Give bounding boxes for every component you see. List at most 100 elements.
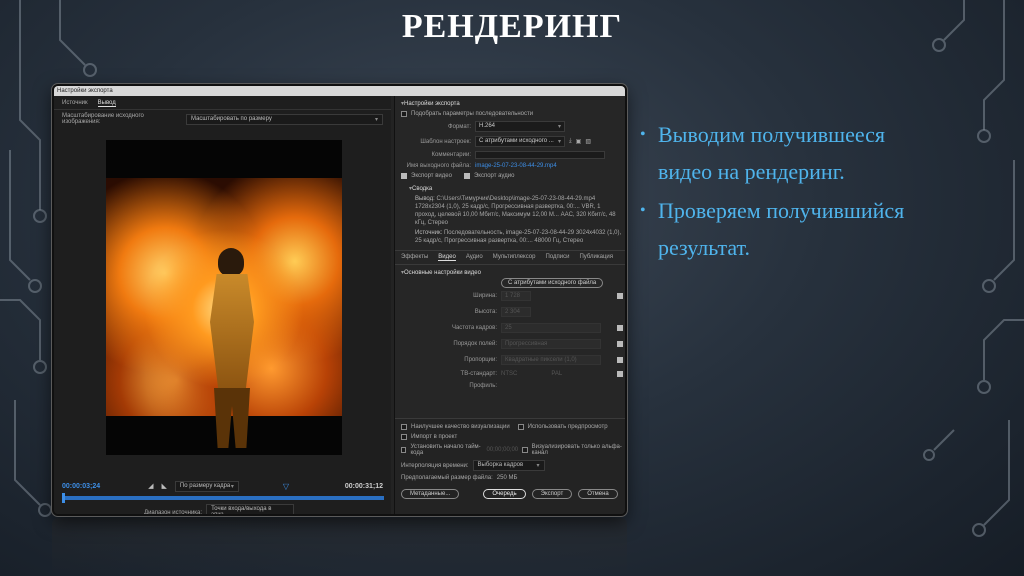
width-input[interactable]: 1 728 <box>501 291 531 301</box>
export-audio-label: Экспорт аудио <box>473 173 515 179</box>
tv-pal-radio[interactable]: PAL <box>551 371 562 377</box>
comments-input[interactable] <box>475 151 605 159</box>
interpolation-dropdown[interactable]: Выборка кадров <box>472 460 545 471</box>
interpolation-row: Интерполяция времени: Выборка кадров <box>395 458 625 473</box>
mark-out-icon[interactable]: ◣ <box>162 482 167 490</box>
tab-multiplexer[interactable]: Мультиплексор <box>493 254 536 261</box>
export-settings-heading[interactable]: Настройки экспорта <box>395 96 625 109</box>
source-range-label: Диапазон источника: <box>144 509 203 516</box>
comments-label: Комментарии: <box>431 152 471 158</box>
aspect-label: Пропорции: <box>464 357 497 363</box>
preset-label: Шаблон настроек: <box>420 138 471 145</box>
match-sequence-row: Подобрать параметры последовательности <box>395 109 625 119</box>
file-size-label: Предполагаемый размер файла: <box>401 475 493 481</box>
width-row: Ширина: 1 728 <box>395 288 625 304</box>
format-dropdown[interactable]: H.264 <box>475 121 565 132</box>
tab-video[interactable]: Видео <box>438 254 456 261</box>
preset-dropdown[interactable]: С атрибутами исходного ... <box>475 136 565 147</box>
field-order-checkbox[interactable] <box>617 341 623 347</box>
start-timecode-label: Установить начало тайм-кода <box>410 444 481 456</box>
bullet-dot-icon: • <box>640 126 646 143</box>
tab-captions[interactable]: Подписи <box>545 254 569 261</box>
tab-source[interactable]: Источник <box>62 100 88 107</box>
metadata-button[interactable]: Метаданные... <box>401 489 460 499</box>
mark-in-icon[interactable]: ◢ <box>148 482 153 490</box>
end-timecode: 00:00:31;12 <box>344 482 383 490</box>
format-label: Формат: <box>448 123 471 130</box>
export-video-checkbox[interactable] <box>401 173 407 179</box>
tab-output[interactable]: Вывод <box>97 100 116 107</box>
aspect-checkbox[interactable] <box>617 357 623 363</box>
export-settings-window: Настройки экспорта Источник Вывод Масшта… <box>52 84 627 516</box>
match-sequence-label: Подобрать параметры последовательности <box>411 111 534 117</box>
queue-button[interactable]: Очередь <box>483 489 526 499</box>
source-scaling-row: Масштабирование исходного изображения: М… <box>54 110 391 128</box>
save-preset-icon[interactable]: ⤓ <box>569 138 572 145</box>
field-order-row: Порядок полей: Прогрессивная <box>395 336 625 352</box>
max-quality-checkbox[interactable] <box>401 424 407 430</box>
tab-audio[interactable]: Аудио <box>466 254 483 261</box>
slide-title: РЕНДЕРИНГ <box>401 8 623 45</box>
frame-rate-label: Частота кадров: <box>451 325 497 331</box>
export-toggles-row: Экспорт видео Экспорт аудио <box>395 171 625 181</box>
preview-pane: Источник Вывод Масштабирование исходного… <box>54 96 391 516</box>
tv-ntsc-radio[interactable]: NTSC <box>501 371 517 377</box>
source-scaling-dropdown[interactable]: Масштабировать по размеру <box>186 113 383 125</box>
bullet-item: • Выводим получившееся видео на рендеринг… <box>640 116 940 190</box>
current-timecode[interactable]: 00:00:03;24 <box>62 483 100 490</box>
use-previews-checkbox[interactable] <box>517 424 524 430</box>
source-range-row: Диапазон источника: Точки входа/выхода в… <box>144 504 295 516</box>
alpha-only-checkbox[interactable] <box>522 447 528 453</box>
fit-dropdown[interactable]: По размеру кадра <box>174 480 239 492</box>
tv-standard-label: ТВ-стандарт: <box>460 371 497 377</box>
basic-video-heading[interactable]: Основные настройки видео <box>395 265 625 278</box>
frame-rate-checkbox[interactable] <box>617 325 623 331</box>
cancel-button[interactable]: Отмена <box>578 489 618 499</box>
filter-icon[interactable]: ▽ <box>283 482 289 491</box>
source-scaling-label: Масштабирование исходного изображения: <box>62 113 144 125</box>
tab-effects[interactable]: Эффекты <box>401 254 428 261</box>
bullet-text: Проверяем получившийся результат. <box>658 198 905 260</box>
match-sequence-checkbox[interactable] <box>401 111 407 117</box>
export-audio-checkbox[interactable] <box>463 173 470 179</box>
tv-standard-checkbox[interactable] <box>617 371 623 377</box>
field-order-dropdown[interactable]: Прогрессивная <box>501 339 601 349</box>
import-preset-icon[interactable]: ▣ <box>576 138 582 145</box>
frame-rate-dropdown[interactable]: 25 <box>501 323 601 333</box>
match-source-button[interactable]: С атрибутами исходного файла <box>501 278 604 288</box>
start-timecode-checkbox[interactable] <box>401 447 407 453</box>
width-checkbox[interactable] <box>617 293 623 299</box>
start-timecode-value[interactable]: 00;00;00;00 <box>486 447 518 453</box>
playhead[interactable] <box>62 493 65 503</box>
preview-tabs: Источник Вывод <box>54 96 391 110</box>
import-project-label: Импорт в проект <box>411 434 458 440</box>
slide-bullets: • Выводим получившееся видео на рендеринг… <box>640 116 940 268</box>
comments-row: Комментарии: <box>395 149 625 161</box>
output-name-link[interactable]: image-25-07-23-08-44-29.mp4 <box>475 163 557 169</box>
use-previews-label: Использовать предпросмотр <box>527 424 608 430</box>
profile-row: Профиль: <box>395 380 625 392</box>
bullet-item: • Проверяем получившийся результат. <box>640 192 940 266</box>
frame-rate-row: Частота кадров: 25 <box>395 320 625 336</box>
tv-standard-row: ТВ-стандарт: NTSC PAL <box>395 368 625 380</box>
screenshot-reflection <box>52 518 627 576</box>
settings-pane: Настройки экспорта Подобрать параметры п… <box>394 96 625 514</box>
export-video-label: Экспорт видео <box>411 173 452 179</box>
timecode-row: Установить начало тайм-кода 00;00;00;00 … <box>395 442 625 458</box>
preview-frame-image <box>106 178 342 448</box>
height-input[interactable]: 2 304 <box>501 307 531 317</box>
import-project-checkbox[interactable] <box>401 434 407 440</box>
aspect-dropdown[interactable]: Квадратные пиксели (1,0) <box>501 355 601 365</box>
delete-preset-icon[interactable]: ▧ <box>585 138 591 145</box>
output-name-label: Имя выходного файла: <box>406 163 471 169</box>
output-name-row: Имя выходного файла: image-25-07-23-08-4… <box>395 161 625 171</box>
max-quality-label: Наилучшее качество визуализации <box>411 424 510 430</box>
export-button[interactable]: Экспорт <box>531 489 573 499</box>
source-range-dropdown[interactable]: Точки входа/выхода в эпиз... <box>206 504 295 514</box>
video-preview <box>106 140 342 455</box>
tab-publish[interactable]: Публикация <box>579 254 613 261</box>
summary-heading[interactable]: Сводка <box>395 181 625 194</box>
window-title: Настройки экспорта <box>54 86 625 96</box>
width-label: Ширина: <box>473 293 497 299</box>
timeline-track[interactable] <box>62 493 384 503</box>
